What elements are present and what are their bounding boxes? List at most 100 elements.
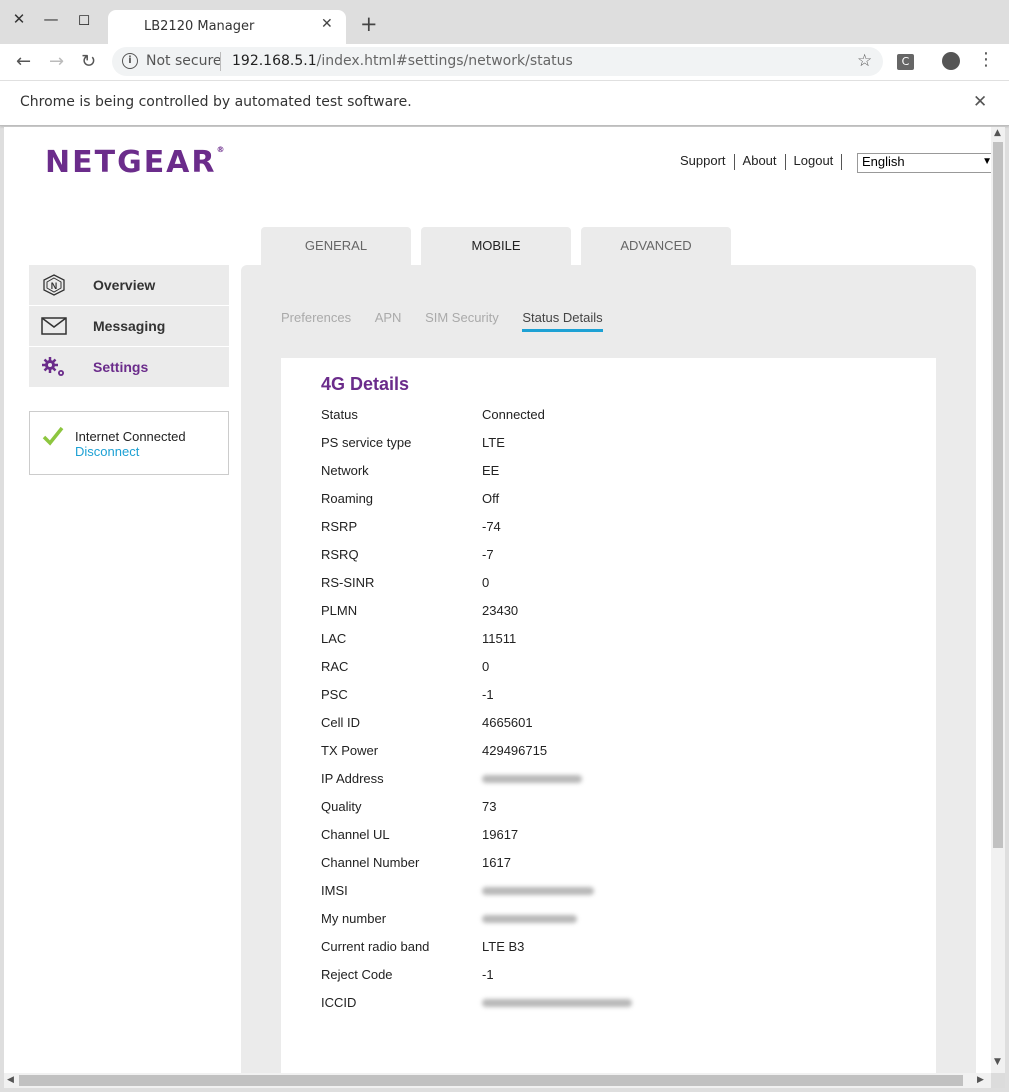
new-tab-icon[interactable]: + [360, 13, 378, 35]
detail-row: RSRQ -7 [321, 547, 881, 575]
detail-value: 73 [482, 799, 497, 814]
url-path: /index.html#settings/network/status [316, 53, 573, 69]
profile-avatar-icon[interactable] [942, 52, 960, 70]
sidebar-item-settings[interactable]: Settings [29, 347, 229, 388]
bookmark-star-icon[interactable]: ☆ [857, 51, 872, 71]
language-value: English [862, 154, 905, 169]
scroll-down-icon[interactable]: ▼ [994, 1057, 1001, 1067]
envelope-icon [41, 317, 67, 335]
sidebar: N Overview Messaging Settings [29, 265, 229, 388]
support-link[interactable]: Support [672, 153, 734, 168]
detail-key: Roaming [321, 491, 374, 506]
vertical-scrollbar[interactable]: ▲ ▼ [991, 127, 1005, 1073]
detail-key: RSRP [321, 519, 358, 534]
about-link[interactable]: About [735, 153, 785, 168]
redacted-value [482, 887, 594, 895]
tab-advanced[interactable]: ADVANCED [581, 227, 731, 265]
sidebar-item-label: Settings [93, 359, 149, 375]
detail-key: Channel Number [321, 855, 420, 870]
sidebar-item-messaging[interactable]: Messaging [29, 306, 229, 347]
forward-icon[interactable]: → [49, 51, 64, 72]
language-select[interactable]: English ▼ [857, 153, 991, 173]
detail-key: My number [321, 911, 387, 926]
detail-value: Off [482, 491, 500, 506]
detail-row: LAC 11511 [321, 631, 881, 659]
detail-row: PSC -1 [321, 687, 881, 715]
dropdown-arrow-icon: ▼ [982, 156, 991, 167]
sidebar-item-label: Messaging [93, 318, 166, 334]
back-icon[interactable]: ← [16, 51, 31, 72]
window-close-icon[interactable]: ✕ [8, 8, 30, 30]
vertical-scroll-thumb[interactable] [993, 142, 1003, 848]
scroll-right-icon[interactable]: ▶ [977, 1075, 984, 1085]
subtab-preferences[interactable]: Preferences [281, 310, 351, 329]
detail-key: Network [321, 463, 369, 478]
extension-icon[interactable]: C [897, 54, 914, 70]
detail-key: IMSI [321, 883, 348, 898]
detail-row: ICCID [321, 995, 881, 1023]
detail-row: IMSI [321, 883, 881, 911]
address-bar[interactable]: i Not secure 192.168.5.1/index.html#sett… [112, 47, 883, 76]
security-label: Not secure [146, 53, 222, 69]
subtab-sim-security[interactable]: SIM Security [425, 310, 499, 329]
tab-mobile[interactable]: MOBILE [421, 227, 571, 265]
detail-value: 19617 [482, 827, 519, 842]
browser-tab[interactable]: LB2120 Manager ✕ [108, 10, 346, 44]
detail-key: LAC [321, 631, 347, 646]
detail-row: RS-SINR 0 [321, 575, 881, 603]
scroll-left-icon[interactable]: ◀ [7, 1075, 14, 1085]
detail-value: 1617 [482, 855, 511, 870]
detail-key: Quality [321, 799, 362, 814]
netgear-logo[interactable]: NETGEAR® [45, 145, 225, 180]
detail-key: ICCID [321, 995, 357, 1010]
detail-row: RAC 0 [321, 659, 881, 687]
subtab-status-details[interactable]: Status Details [522, 310, 603, 332]
header-links: Support About Logout [672, 153, 843, 170]
subtab-apn[interactable]: APN [375, 310, 402, 329]
details-card: 4G Details Status Connected PS service typ… [281, 358, 936, 1073]
horizontal-scrollbar[interactable]: ◀ ▶ [4, 1073, 991, 1088]
window-maximize-icon[interactable]: ◻ [73, 8, 95, 30]
redacted-value [482, 775, 582, 783]
tab-close-icon[interactable]: ✕ [321, 16, 333, 32]
detail-key: Channel UL [321, 827, 390, 842]
infobar-close-icon[interactable]: ✕ [973, 92, 987, 112]
detail-key: Status [321, 407, 358, 422]
disconnect-link[interactable]: Disconnect [75, 444, 139, 459]
details-table: Status Connected PS service type LTE Network… [321, 407, 881, 1023]
detail-row: My number [321, 911, 881, 939]
logout-link[interactable]: Logout [786, 153, 842, 168]
detail-value: 23430 [482, 603, 519, 618]
detail-value: 0 [482, 575, 490, 590]
content-panel: Preferences APN SIM Security Status Deta… [241, 265, 976, 1073]
horizontal-scroll-thumb[interactable] [19, 1075, 963, 1086]
detail-value: -1 [482, 687, 494, 702]
browser-toolbar: ← → ↻ i Not secure 192.168.5.1/index.htm… [0, 44, 1009, 81]
detail-row: PS service type LTE [321, 435, 881, 463]
detail-row: TX Power 429496715 [321, 743, 881, 771]
window-minimize-icon[interactable]: — [40, 8, 62, 30]
detail-row: Cell ID 4665601 [321, 715, 881, 743]
menu-kebab-icon[interactable]: ⋮ [977, 50, 995, 70]
details-title: 4G Details [321, 374, 410, 394]
detail-row: Status Connected [321, 407, 881, 435]
detail-key: IP Address [321, 771, 384, 786]
scroll-up-icon[interactable]: ▲ [994, 128, 1001, 138]
reload-icon[interactable]: ↻ [81, 51, 96, 72]
info-icon[interactable]: i [122, 53, 138, 69]
detail-value: -7 [482, 547, 494, 562]
tab-general[interactable]: GENERAL [261, 227, 411, 265]
sub-tabs: Preferences APN SIM Security Status Deta… [281, 310, 623, 332]
detail-value: LTE B3 [482, 939, 525, 954]
sidebar-item-overview[interactable]: N Overview [29, 265, 229, 306]
checkmark-icon [42, 426, 64, 446]
url-host: 192.168.5.1 [232, 53, 317, 69]
detail-row: Reject Code -1 [321, 967, 881, 995]
detail-key: Reject Code [321, 967, 393, 982]
detail-value: 11511 [482, 631, 517, 646]
detail-value: LTE [482, 435, 505, 450]
redacted-value [482, 915, 577, 923]
detail-value: 429496715 [482, 743, 548, 758]
svg-text:N: N [51, 281, 58, 291]
detail-key: TX Power [321, 743, 379, 758]
